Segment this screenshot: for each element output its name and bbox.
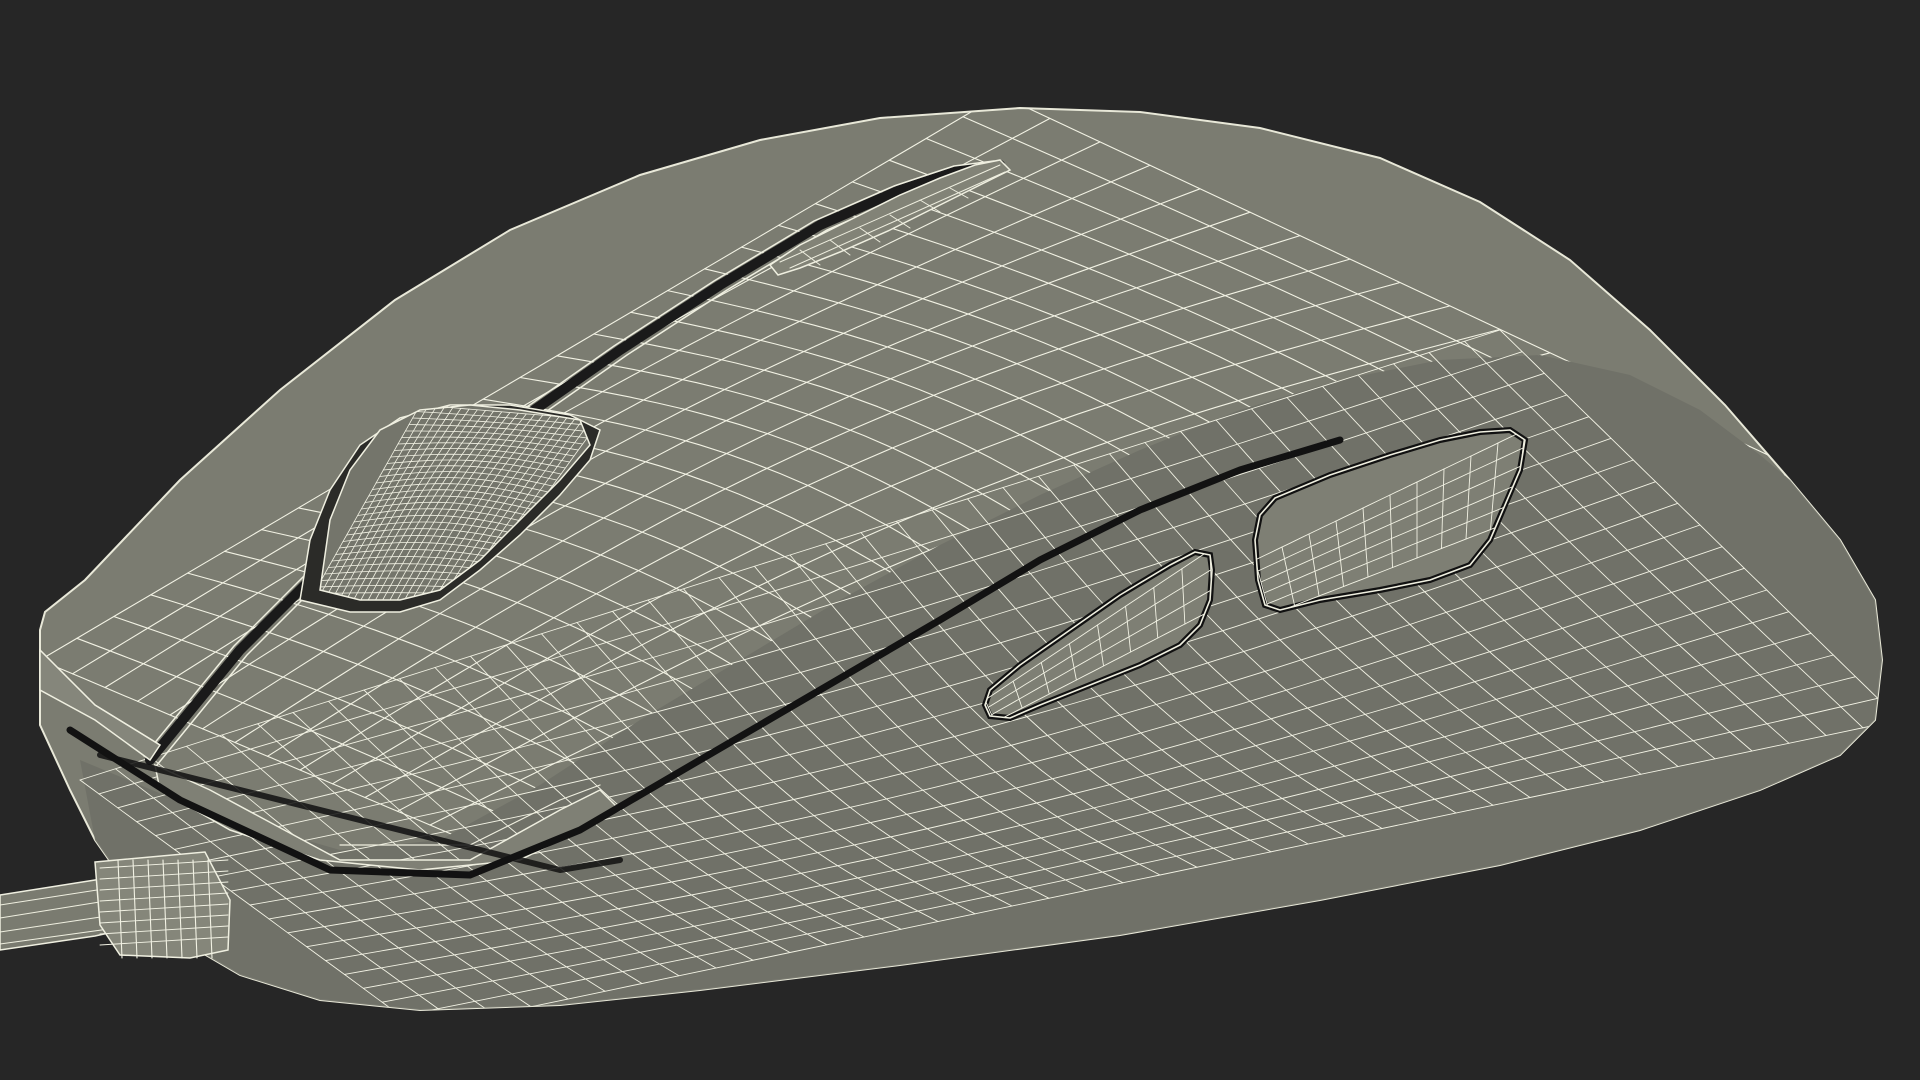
wireframe-viewport	[0, 0, 1920, 1080]
cable-strain-relief	[94, 851, 231, 959]
